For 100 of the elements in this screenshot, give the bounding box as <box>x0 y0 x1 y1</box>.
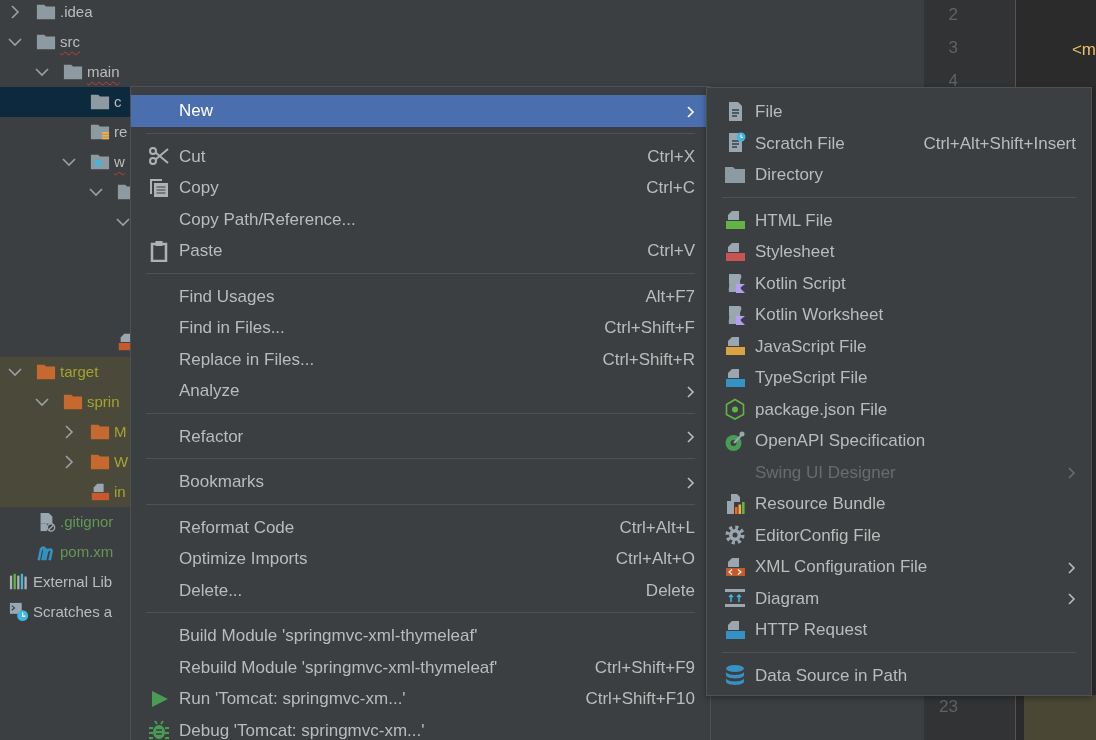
shortcut-label: Ctrl+Shift+F <box>603 317 695 339</box>
menu-item[interactable]: XML Configuration File <box>707 551 1091 583</box>
menu-item[interactable]: Refactor <box>131 420 710 452</box>
tree-item[interactable]: M <box>114 420 127 444</box>
file-badge-icon <box>724 209 746 232</box>
menu-item[interactable]: JavaScript File <box>707 330 1091 362</box>
scissors-icon <box>148 145 170 168</box>
shortcut-label: Ctrl+Shift+F10 <box>584 688 695 710</box>
menu-item[interactable]: Resource Bundle <box>707 488 1091 520</box>
clipboard-icon <box>148 239 170 262</box>
menu-item[interactable]: Replace in Files... Ctrl+Shift+R <box>131 343 710 375</box>
copy-icon <box>148 176 170 199</box>
chevron-icon[interactable] <box>8 35 22 49</box>
gauge-icon <box>724 429 746 452</box>
shortcut-label: Ctrl+Shift+F9 <box>593 656 695 679</box>
menu-item[interactable]: Data Source in Path <box>707 659 1091 691</box>
folder-icon <box>63 62 83 82</box>
menu-item[interactable]: HTML File <box>707 204 1091 236</box>
diagram-icon <box>724 587 746 610</box>
menu-item[interactable]: Debug 'Tomcat: springmvc-xm...' <box>131 714 710 740</box>
folder-icon <box>90 452 110 472</box>
tree-item[interactable]: W <box>114 450 129 474</box>
menu-item[interactable]: Cut Ctrl+X <box>131 140 710 172</box>
file-badge-icon <box>724 618 746 641</box>
menu-item[interactable]: Rebuild Module 'springmvc-xml-thymeleaf' Ctrl+Shift+F9 <box>131 651 710 683</box>
tree-item[interactable]: src <box>60 30 80 54</box>
tree-item[interactable]: External Lib <box>33 570 113 594</box>
folder-icon <box>63 392 83 412</box>
folder-icon <box>90 422 110 442</box>
shortcut-label: Ctrl+V <box>646 240 695 262</box>
xml-file-icon <box>724 555 746 578</box>
chevron-icon[interactable] <box>8 365 22 379</box>
chevron-icon[interactable] <box>62 155 76 169</box>
shortcut-label: Alt+F7 <box>644 285 695 308</box>
settings-icon <box>724 524 746 547</box>
menu-item[interactable]: Diagram <box>707 582 1091 614</box>
tree-item[interactable]: in <box>114 480 126 504</box>
file-badge-icon <box>724 366 746 389</box>
resources-folder-icon <box>90 122 110 142</box>
folder-icon <box>36 32 56 52</box>
shortcut-label: Ctrl+X <box>646 145 695 168</box>
menu-item[interactable]: File <box>707 96 1091 128</box>
menu-item[interactable]: TypeScript File <box>707 362 1091 394</box>
menu-item[interactable]: package.json File <box>707 393 1091 425</box>
tree-item[interactable]: c <box>114 90 122 114</box>
file-badge-icon <box>724 240 746 263</box>
chevron-icon[interactable] <box>35 65 49 79</box>
jsp-file-icon <box>90 482 110 502</box>
menu-item[interactable]: Build Module 'springmvc-xml-thymeleaf' <box>131 620 710 652</box>
tree-item[interactable]: re <box>114 120 128 144</box>
tree-item[interactable]: Scratches a <box>33 600 113 624</box>
tree-item[interactable]: sprin <box>87 390 120 414</box>
chevron-icon[interactable] <box>35 395 49 409</box>
menu-item[interactable]: Stylesheet <box>707 236 1091 268</box>
menu-item[interactable]: Delete... Delete <box>131 574 710 606</box>
libraries-icon <box>9 572 29 592</box>
hexagon-icon <box>724 398 746 421</box>
shortcut-label: Ctrl+Shift+R <box>601 348 695 371</box>
file-badge-icon <box>724 335 746 358</box>
tree-item[interactable]: main <box>87 60 120 84</box>
menu-item[interactable]: Directory <box>707 159 1091 191</box>
database-icon <box>724 664 746 687</box>
chevron-icon[interactable] <box>89 185 103 199</box>
shortcut-label: Ctrl+C <box>645 177 695 199</box>
menu-item[interactable]: Bookmarks <box>131 466 710 498</box>
menu-item[interactable]: Run 'Tomcat: springmvc-xm...' Ctrl+Shift+F10 <box>131 683 710 715</box>
resource-bundle-icon <box>724 492 746 515</box>
menu-item[interactable]: Paste Ctrl+V <box>131 235 710 267</box>
shortcut-label: Delete <box>644 579 695 602</box>
menu-item[interactable]: Optimize Imports Ctrl+Alt+O <box>131 543 710 575</box>
chevron-icon[interactable] <box>8 5 22 19</box>
folder-icon <box>36 2 56 22</box>
folder-icon <box>36 362 56 382</box>
chevron-icon[interactable] <box>62 455 76 469</box>
shortcut-label: Ctrl+Alt+L <box>618 516 695 539</box>
menu-item[interactable]: Find in Files... Ctrl+Shift+F <box>131 312 710 344</box>
menu-item[interactable]: Scratch File Ctrl+Alt+Shift+Insert <box>707 127 1091 159</box>
tree-item[interactable]: w <box>114 150 125 174</box>
tree-item[interactable]: .idea <box>60 0 93 24</box>
scratches-icon <box>9 602 29 622</box>
tree-item[interactable]: target <box>60 360 99 384</box>
menu-item[interactable]: HTTP Request <box>707 614 1091 646</box>
menu-item[interactable]: Reformat Code Ctrl+Alt+L <box>131 511 710 543</box>
menu-item[interactable]: Kotlin Script <box>707 267 1091 299</box>
shortcut-label: Ctrl+Alt+O <box>614 548 695 570</box>
shortcut-label: Ctrl+Alt+Shift+Insert <box>922 132 1076 155</box>
menu-item[interactable]: Copy Path/Reference... <box>131 203 710 235</box>
tree-item[interactable]: .gitignor <box>60 510 114 534</box>
menu-item[interactable]: Copy Ctrl+C <box>131 172 710 204</box>
chevron-icon[interactable] <box>62 425 76 439</box>
tree-item[interactable]: pom.xm <box>60 540 114 564</box>
chevron-icon[interactable] <box>116 215 130 229</box>
code-text: <m <box>1070 39 1096 61</box>
menu-item[interactable]: Kotlin Worksheet <box>707 299 1091 331</box>
menu-item[interactable]: OpenAPI Specification <box>707 425 1091 457</box>
web-folder-icon <box>90 152 110 172</box>
menu-item[interactable]: Find Usages Alt+F7 <box>131 280 710 312</box>
menu-item[interactable]: EditorConfig File <box>707 519 1091 551</box>
menu-item[interactable]: Analyze <box>131 375 710 407</box>
folder-icon <box>90 92 110 112</box>
